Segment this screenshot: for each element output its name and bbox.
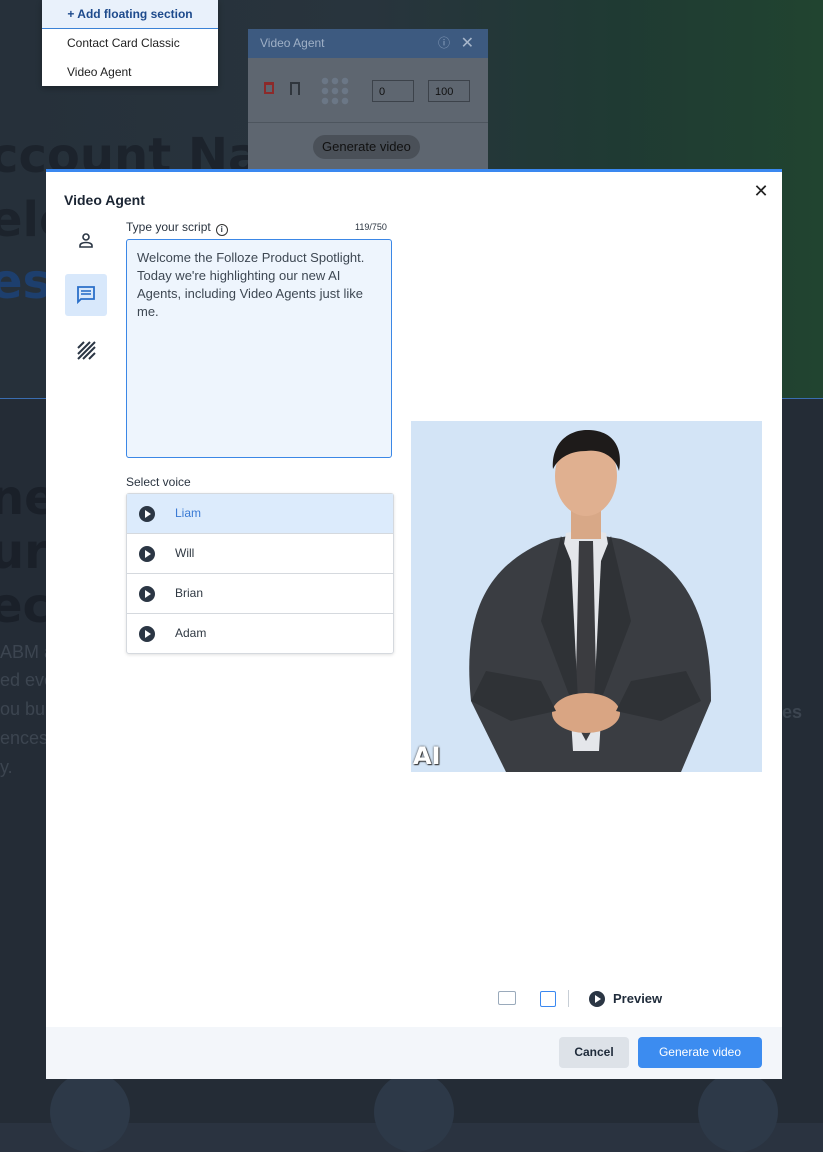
position-x-input[interactable]: 0: [372, 80, 414, 102]
background-pattern-icon: [77, 341, 96, 360]
voice-name: Liam: [175, 506, 202, 520]
mini-generate-video-button[interactable]: Generate video: [313, 135, 420, 159]
video-agent-modal: Video Agent ✕ Type your script i 119/750 …: [46, 169, 782, 1079]
mini-panel-title: Video Agent: [260, 36, 325, 50]
voice-option-brian[interactable]: Brian: [127, 574, 393, 614]
cancel-button[interactable]: Cancel: [559, 1037, 629, 1068]
tab-background[interactable]: [65, 329, 107, 371]
close-icon[interactable]: ✕: [461, 29, 474, 58]
section-text-line-4: ences: [0, 728, 49, 748]
voice-list: Liam Will Brian Adam: [126, 493, 394, 654]
script-label: Type your script i: [126, 220, 228, 236]
tab-avatar[interactable]: [65, 219, 107, 261]
script-textarea[interactable]: Welcome the Folloze Product Spotlight. T…: [126, 239, 392, 458]
info-icon[interactable]: ⓘ: [438, 29, 450, 58]
play-icon: [589, 990, 605, 1007]
play-icon[interactable]: [139, 506, 155, 522]
voice-option-adam[interactable]: Adam: [127, 614, 393, 653]
modal-title: Video Agent: [64, 192, 145, 208]
voice-name: Brian: [175, 586, 204, 600]
floating-section-menu: + Add floating section Contact Card Clas…: [42, 0, 218, 86]
portrait-icon[interactable]: [540, 991, 556, 1007]
video-agent-mini-panel: Video Agent ⓘ ✕ 0 100 Generate video: [248, 29, 488, 169]
play-icon[interactable]: [139, 626, 155, 642]
close-icon[interactable]: ✕: [752, 182, 770, 200]
section-text-line-3: ou bu: [0, 699, 46, 719]
menu-item-contact-card-classic[interactable]: Contact Card Classic: [42, 29, 218, 58]
script-label-text: Type your script: [126, 220, 211, 234]
add-floating-section-button[interactable]: + Add floating section: [42, 0, 218, 29]
avatar-preview: AI: [411, 421, 762, 772]
alignment-grid-icon[interactable]: [320, 76, 350, 106]
tab-script[interactable]: [65, 274, 107, 316]
voice-name: Adam: [175, 626, 207, 640]
feature-icon-circle: [374, 1072, 454, 1152]
mini-panel-header: Video Agent ⓘ ✕: [248, 29, 488, 58]
menu-item-video-agent[interactable]: Video Agent: [42, 58, 218, 87]
trash-icon[interactable]: [264, 82, 274, 94]
chat-message-icon: [77, 286, 95, 305]
voice-option-will[interactable]: Will: [127, 534, 393, 574]
info-icon[interactable]: i: [215, 224, 228, 236]
generate-video-button[interactable]: Generate video: [638, 1037, 762, 1068]
preview-button[interactable]: Preview: [589, 990, 663, 1008]
feature-icon-circle: [698, 1072, 778, 1152]
mini-panel-toolbar: 0 100: [248, 58, 488, 123]
preview-label: Preview: [613, 991, 663, 1006]
voice-name: Will: [175, 546, 195, 560]
avatar-person-image: [469, 429, 711, 772]
image-icon[interactable]: [498, 991, 516, 1005]
bookmark-icon[interactable]: [290, 82, 300, 95]
ai-badge: AI: [413, 742, 441, 770]
divider: [568, 990, 569, 1007]
feature-icon-circle: [50, 1072, 130, 1152]
section-text-line-5: y.: [0, 757, 13, 777]
play-icon[interactable]: [139, 546, 155, 562]
modal-footer: Cancel Generate video: [46, 1027, 782, 1079]
play-icon[interactable]: [139, 586, 155, 602]
character-counter: 119/750: [355, 222, 387, 232]
select-voice-label: Select voice: [126, 475, 191, 489]
person-icon: [79, 233, 93, 248]
section-text-right: es: [782, 702, 803, 722]
position-y-input[interactable]: 100: [428, 80, 470, 102]
voice-option-liam[interactable]: Liam: [127, 494, 393, 534]
